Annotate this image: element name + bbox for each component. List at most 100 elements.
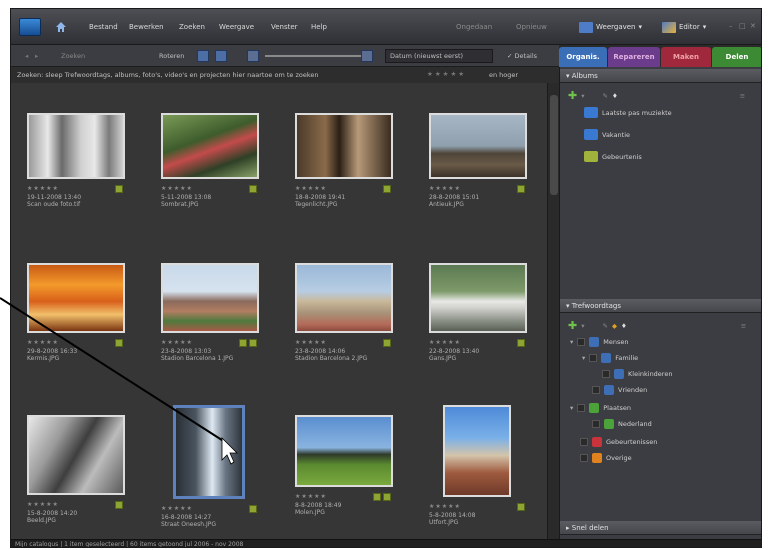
keyword-item[interactable]: ▾ Mensen [570, 337, 629, 347]
albums-header[interactable]: ▾ Albums [560, 69, 761, 83]
keyword-checkbox[interactable] [580, 454, 588, 462]
thumbnail-image[interactable] [295, 113, 393, 179]
back-icon[interactable]: ◂ [25, 52, 28, 60]
thumbnail-image[interactable] [295, 415, 393, 487]
thumbnail-cell[interactable]: ★★★★★ 15-8-2008 14:20 Beeld.JPG [11, 383, 131, 524]
rating-stars[interactable]: ★★★★★ [429, 503, 461, 510]
keyword-item[interactable]: Vrienden [592, 385, 647, 395]
keyword-tag-icon[interactable]: ◆ [612, 322, 617, 330]
thumbnail-image[interactable] [295, 263, 393, 333]
expand-icon[interactable]: ▾ [570, 338, 573, 346]
rating-filter-stars[interactable]: ★★★★★ [427, 70, 466, 78]
keyword-checkbox[interactable] [592, 420, 600, 428]
keyword-item[interactable]: Kleinkinderen [602, 369, 672, 379]
lightbulb-icon[interactable]: ♦ [612, 92, 618, 100]
edit-pencil-icon[interactable]: ✎ [602, 322, 607, 330]
keyword-checkbox[interactable] [577, 338, 586, 346]
expand-icon[interactable]: ▾ [582, 354, 585, 362]
search-input[interactable]: Zoeken [61, 52, 85, 60]
thumbnail-cell-selected[interactable]: ★★★★★ 16-8-2008 14:27 Straat Oneesh.JPG [145, 383, 265, 528]
rating-stars[interactable]: ★★★★★ [161, 505, 193, 512]
add-keyword-icon[interactable]: ✚ [568, 319, 577, 332]
list-view-icon[interactable]: ≡ [740, 92, 745, 100]
thumbnail-cell[interactable]: ★★★★★ 19-11-2008 13:40 Scan oude foto.tif [11, 83, 131, 223]
chevron-down-icon[interactable]: ▾ [581, 322, 584, 330]
rating-stars[interactable]: ★★★★★ [161, 339, 193, 346]
keywords-header[interactable]: ▾ Trefwoordtags [560, 299, 761, 313]
home-icon[interactable] [55, 21, 67, 33]
rotate-right-button[interactable] [215, 50, 227, 62]
menu-find[interactable]: Zoeken [179, 23, 205, 31]
chevron-down-icon[interactable]: ▾ [581, 92, 584, 100]
rotate-left-button[interactable] [197, 50, 209, 62]
rating-stars[interactable]: ★★★★★ [295, 185, 327, 192]
keyword-item[interactable]: Gebeurtenissen [580, 437, 657, 447]
redo-button[interactable]: Opnieuw [516, 23, 547, 31]
menu-edit[interactable]: Bewerken [129, 23, 164, 31]
thumbnail-cell[interactable]: ★★★★★ 28-8-2008 15:01 Antieuk.JPG [413, 83, 533, 223]
zoom-slider[interactable] [265, 55, 361, 57]
views-button[interactable]: Weergaven ▾ [576, 19, 645, 35]
sort-dropdown[interactable]: Datum (nieuwst eerst) [385, 49, 493, 63]
rating-stars[interactable]: ★★★★★ [27, 501, 59, 508]
maximize-icon[interactable]: □ [739, 22, 746, 30]
thumbnail-image[interactable] [27, 263, 125, 333]
keyword-checkbox[interactable] [602, 370, 610, 378]
tab-organize[interactable]: Organis. [559, 47, 607, 67]
vertical-scrollbar[interactable] [547, 83, 559, 539]
thumbnail-image[interactable] [161, 263, 259, 333]
minimize-icon[interactable]: – [729, 22, 733, 30]
close-icon[interactable]: ✕ [750, 22, 756, 30]
album-item[interactable]: Vakantie [584, 129, 630, 140]
details-checkbox[interactable]: ✓ Details [507, 52, 537, 60]
quick-share-header[interactable]: ▸ Snel delen [560, 521, 761, 535]
menu-help[interactable]: Help [311, 23, 327, 31]
rating-stars[interactable]: ★★★★★ [27, 339, 59, 346]
tab-share[interactable]: Delen [712, 47, 761, 67]
keyword-checkbox[interactable] [589, 354, 598, 362]
thumbnail-image[interactable] [27, 113, 125, 179]
thumbnail-image[interactable] [443, 405, 511, 497]
thumbnail-cell[interactable]: ★★★★★ 8-8-2008 18:49 Molen.JPG [279, 383, 399, 523]
thumbnail-image[interactable] [173, 405, 245, 499]
rating-stars[interactable]: ★★★★★ [161, 185, 193, 192]
thumbnail-cell[interactable]: ★★★★★ 23-8-2008 13:03 Stadion Barcelona 1… [145, 233, 265, 373]
thumbnail-cell[interactable]: ★★★★★ 23-8-2008 14:06 Stadion Barcelona 2… [279, 233, 399, 373]
tab-create[interactable]: Maken [661, 47, 711, 67]
thumbnail-cell[interactable]: ★★★★★ 29-8-2008 16:33 Kermis.JPG [11, 233, 131, 373]
editor-button[interactable]: Editor ▾ [659, 19, 709, 35]
thumbnail-cell[interactable]: ★★★★★ 22-8-2008 13:40 Gans.JPG [413, 233, 533, 373]
undo-button[interactable]: Ongedaan [456, 23, 492, 31]
thumbnail-cell[interactable]: ★★★★★ 5-11-2008 13:08 Sombrat.JPG [145, 83, 265, 223]
rating-stars[interactable]: ★★★★★ [27, 185, 59, 192]
thumbnail-image[interactable] [27, 415, 125, 495]
scrollbar-thumb[interactable] [550, 95, 558, 195]
keyword-item[interactable]: ▾ Plaatsen [570, 403, 631, 413]
album-item[interactable]: Gebeurtenis [584, 151, 642, 162]
menu-file[interactable]: Bestand [89, 23, 118, 31]
rating-stars[interactable]: ★★★★★ [295, 493, 327, 500]
thumbnail-image[interactable] [161, 113, 259, 179]
edit-pencil-icon[interactable]: ✎ [602, 92, 607, 100]
keyword-item[interactable]: ▾ Familie [582, 353, 638, 363]
list-view-icon[interactable]: ≡ [741, 322, 746, 330]
zoom-small-icon[interactable] [247, 50, 259, 62]
keyword-checkbox[interactable] [580, 438, 588, 446]
forward-icon[interactable]: ▸ [35, 52, 38, 60]
keyword-checkbox[interactable] [592, 386, 600, 394]
tab-fix[interactable]: Repareren [608, 47, 660, 67]
add-album-icon[interactable]: ✚ [568, 89, 577, 102]
keyword-checkbox[interactable] [577, 404, 586, 412]
lightbulb-icon[interactable]: ♦ [621, 322, 627, 330]
menu-window[interactable]: Venster [271, 23, 298, 31]
menu-view[interactable]: Weergave [219, 23, 254, 31]
keyword-item[interactable]: Overige [580, 453, 632, 463]
keyword-item[interactable]: Nederland [592, 419, 652, 429]
thumbnail-image[interactable] [429, 263, 527, 333]
rating-stars[interactable]: ★★★★★ [429, 185, 461, 192]
rating-stars[interactable]: ★★★★★ [429, 339, 461, 346]
thumbnail-cell[interactable]: ★★★★★ 18-8-2008 19:41 Tegenlicht.JPG [279, 83, 399, 223]
zoom-large-icon[interactable] [361, 50, 373, 62]
expand-icon[interactable]: ▾ [570, 404, 573, 412]
album-item[interactable]: Laatste pas muziekte [584, 107, 672, 118]
